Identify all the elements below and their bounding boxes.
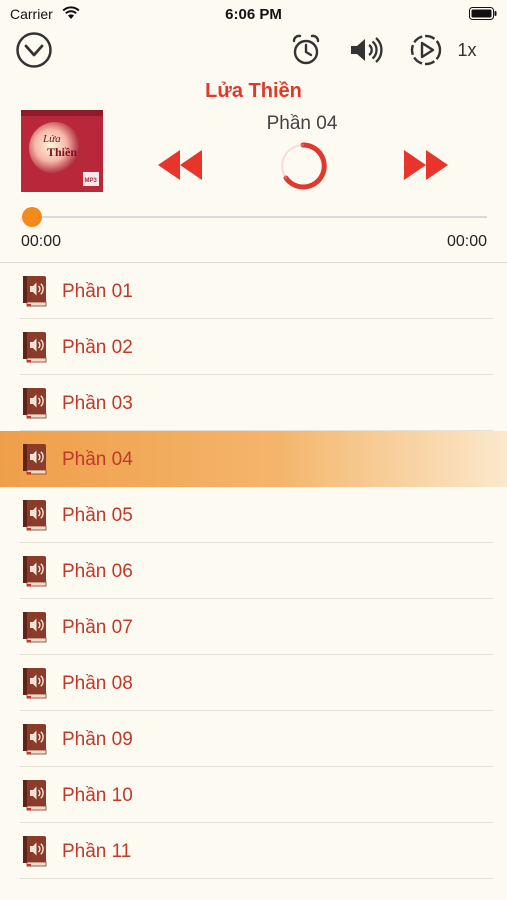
- player-toolbar: 1x: [0, 30, 507, 74]
- track-label: Phần 11: [62, 841, 132, 862]
- track-row[interactable]: Phần 04: [0, 431, 507, 487]
- fast-forward-icon[interactable]: [402, 148, 450, 182]
- track-row[interactable]: Phần 07: [0, 599, 507, 655]
- track-row[interactable]: Phần 02: [0, 319, 507, 375]
- progress-slider[interactable]: [32, 216, 487, 218]
- track-label: Phần 04: [62, 449, 133, 470]
- track-row[interactable]: Phần 09: [0, 711, 507, 767]
- audio-book-icon: [21, 275, 49, 312]
- audio-book-icon: [21, 667, 49, 704]
- chevron-down-circle-icon: [16, 32, 52, 68]
- track-label: Phần 02: [62, 337, 133, 358]
- track-label: Phần 03: [62, 393, 133, 414]
- current-track-label: Phần 04: [266, 113, 338, 134]
- track-label: Phần 06: [62, 561, 133, 582]
- speaker-icon: [351, 37, 383, 63]
- track-row[interactable]: Phần 06: [0, 543, 507, 599]
- track-list: Phần 01 Phần 02 Phần 03 Phần 04 Phần 05 Phần …: [0, 263, 507, 879]
- battery-icon: [469, 7, 497, 20]
- book-title: Lửa Thiền: [205, 80, 302, 102]
- loading-spinner-icon: [281, 142, 327, 190]
- track-row[interactable]: Phần 05: [0, 487, 507, 543]
- track-label: Phần 08: [62, 673, 133, 694]
- track-row[interactable]: Phần 01: [0, 263, 507, 319]
- rewind-icon[interactable]: [156, 148, 204, 182]
- audio-book-icon: [21, 387, 49, 424]
- audio-book-icon: [21, 779, 49, 816]
- total-time: 00:00: [446, 233, 487, 250]
- cover-title-line1: Lửa: [42, 133, 61, 145]
- clock: 6:06 PM: [225, 6, 282, 23]
- audio-book-icon: [21, 611, 49, 648]
- elapsed-time: 00:00: [21, 233, 62, 250]
- audio-book-icon: [21, 499, 49, 536]
- track-label: Phần 05: [62, 505, 133, 526]
- track-label: Phần 10: [62, 785, 133, 806]
- alarm-clock-icon: [292, 34, 320, 65]
- row-separator: [20, 878, 493, 879]
- collapse-button[interactable]: [14, 30, 54, 70]
- audio-book-icon: [21, 443, 49, 480]
- playback-speed-button[interactable]: 1x: [450, 30, 484, 70]
- track-row[interactable]: Phần 08: [0, 655, 507, 711]
- audio-book-icon: [21, 555, 49, 592]
- track-label: Phần 07: [62, 617, 133, 638]
- progress-knob[interactable]: [22, 207, 42, 227]
- track-row[interactable]: Phần 10: [0, 767, 507, 823]
- cover-title-line2: Thiền: [47, 145, 77, 159]
- album-cover: Lửa Thiền MP3: [21, 110, 103, 192]
- audio-book-icon: [21, 723, 49, 760]
- track-label: Phần 01: [62, 281, 133, 302]
- audio-book-icon: [21, 331, 49, 368]
- play-circle-dashed-icon: [410, 34, 442, 66]
- track-row[interactable]: Phần 03: [0, 375, 507, 431]
- autoplay-button[interactable]: [408, 30, 444, 70]
- cover-badge: MP3: [85, 178, 98, 184]
- track-row[interactable]: Phần 11: [0, 823, 507, 879]
- volume-button[interactable]: [346, 30, 386, 70]
- track-label: Phần 09: [62, 729, 133, 750]
- sleep-timer-button[interactable]: [288, 30, 324, 70]
- audio-book-icon: [21, 835, 49, 872]
- status-bar: Carrier 6:06 PM: [0, 0, 507, 28]
